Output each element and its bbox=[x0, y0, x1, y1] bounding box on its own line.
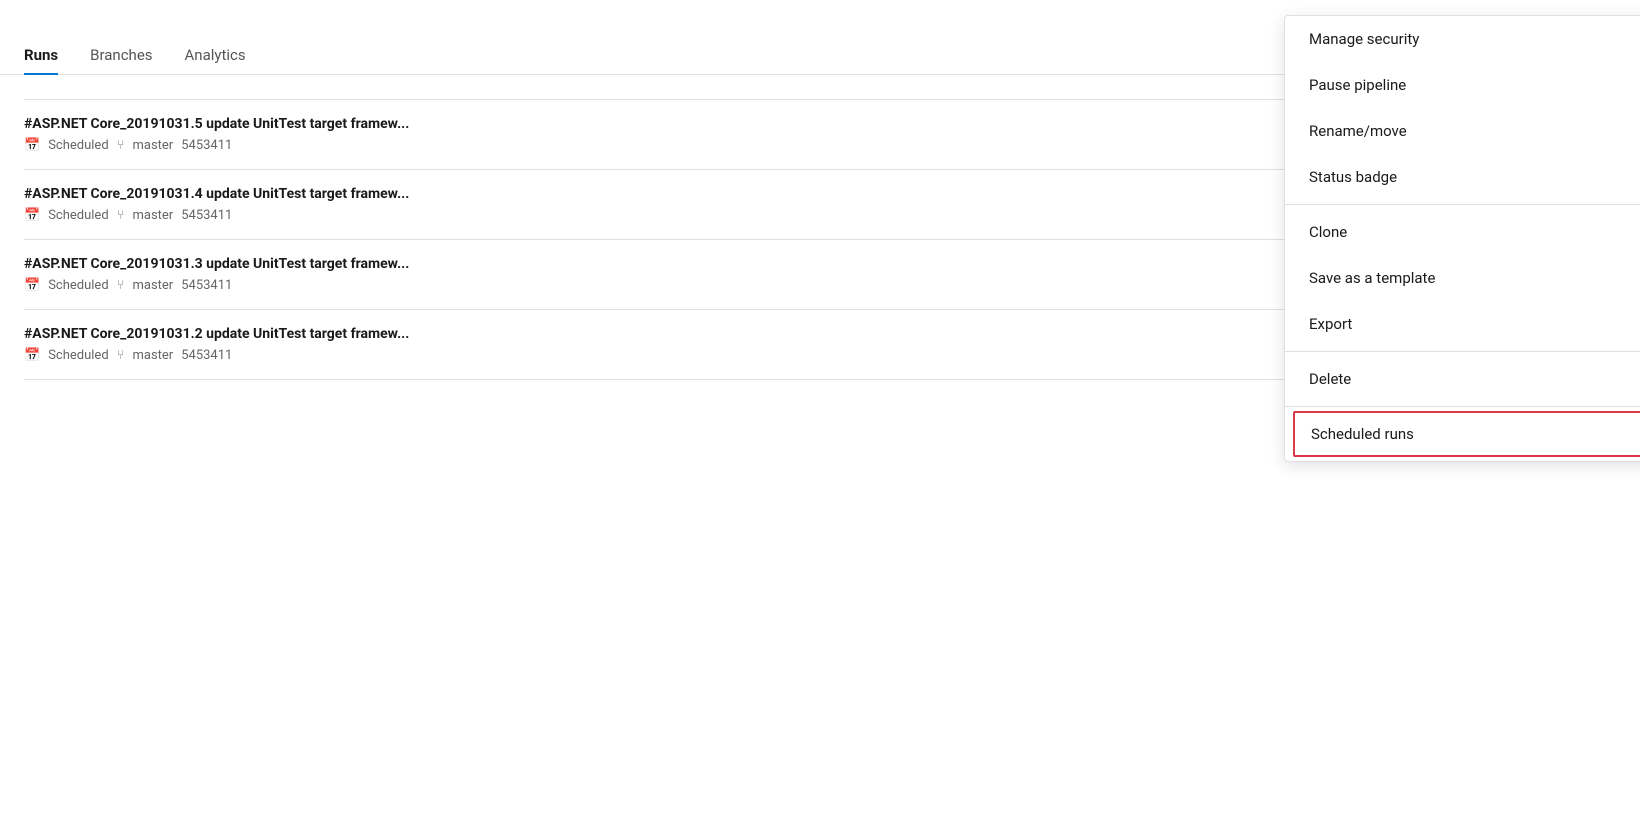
scheduled-label: Scheduled bbox=[48, 138, 108, 153]
branch-name: master bbox=[132, 138, 173, 153]
menu-item-pause-pipeline[interactable]: Pause pipeline bbox=[1285, 62, 1640, 108]
commit-hash: 5453411 bbox=[181, 138, 232, 153]
branch-name: master bbox=[132, 348, 173, 363]
run-title: #ASP.NET Core_20191031.2 update UnitTest… bbox=[24, 326, 1476, 342]
menu-item-clone[interactable]: Clone bbox=[1285, 209, 1640, 255]
context-menu: Manage securityPause pipelineRename/move… bbox=[1284, 15, 1640, 462]
branch-icon: ⑂ bbox=[117, 138, 125, 153]
calendar-icon: 📅 bbox=[24, 348, 40, 363]
branch-name: master bbox=[132, 208, 173, 223]
menu-divider bbox=[1285, 204, 1640, 205]
scheduled-label: Scheduled bbox=[48, 208, 108, 223]
menu-divider bbox=[1285, 406, 1640, 407]
run-meta: 📅 Scheduled ⑂ master 5453411 bbox=[24, 138, 1476, 153]
run-info: #ASP.NET Core_20191031.5 update UnitTest… bbox=[24, 116, 1476, 153]
content-area: #ASP.NET Core_20191031.5 update UnitTest… bbox=[0, 75, 1640, 380]
menu-item-scheduled-runs[interactable]: Scheduled runs bbox=[1293, 411, 1640, 457]
run-meta: 📅 Scheduled ⑂ master 5453411 bbox=[24, 348, 1476, 363]
calendar-icon: 📅 bbox=[24, 278, 40, 293]
run-info: #ASP.NET Core_20191031.4 update UnitTest… bbox=[24, 186, 1476, 223]
menu-item-rename-move[interactable]: Rename/move bbox=[1285, 108, 1640, 154]
commit-hash: 5453411 bbox=[181, 278, 232, 293]
calendar-icon: 📅 bbox=[24, 138, 40, 153]
run-info: #ASP.NET Core_20191031.3 update UnitTest… bbox=[24, 256, 1476, 293]
commit-hash: 5453411 bbox=[181, 208, 232, 223]
calendar-icon: 📅 bbox=[24, 208, 40, 223]
branch-icon: ⑂ bbox=[117, 348, 125, 363]
scheduled-label: Scheduled bbox=[48, 278, 108, 293]
commit-hash: 5453411 bbox=[181, 348, 232, 363]
tab-analytics[interactable]: Analytics bbox=[185, 46, 246, 74]
branch-icon: ⑂ bbox=[117, 208, 125, 223]
menu-item-manage-security[interactable]: Manage security bbox=[1285, 16, 1640, 62]
run-meta: 📅 Scheduled ⑂ master 5453411 bbox=[24, 208, 1476, 223]
tab-runs[interactable]: Runs bbox=[24, 46, 58, 74]
menu-item-delete[interactable]: Delete bbox=[1285, 356, 1640, 402]
tab-branches[interactable]: Branches bbox=[90, 46, 152, 74]
run-title: #ASP.NET Core_20191031.5 update UnitTest… bbox=[24, 116, 1476, 132]
run-meta: 📅 Scheduled ⑂ master 5453411 bbox=[24, 278, 1476, 293]
menu-item-export[interactable]: Export bbox=[1285, 301, 1640, 347]
run-title: #ASP.NET Core_20191031.3 update UnitTest… bbox=[24, 256, 1476, 272]
run-title: #ASP.NET Core_20191031.4 update UnitTest… bbox=[24, 186, 1476, 202]
run-info: #ASP.NET Core_20191031.2 update UnitTest… bbox=[24, 326, 1476, 363]
menu-divider bbox=[1285, 351, 1640, 352]
scheduled-label: Scheduled bbox=[48, 348, 108, 363]
menu-item-status-badge[interactable]: Status badge bbox=[1285, 154, 1640, 200]
branch-icon: ⑂ bbox=[117, 278, 125, 293]
branch-name: master bbox=[132, 278, 173, 293]
menu-item-save-as-template[interactable]: Save as a template bbox=[1285, 255, 1640, 301]
